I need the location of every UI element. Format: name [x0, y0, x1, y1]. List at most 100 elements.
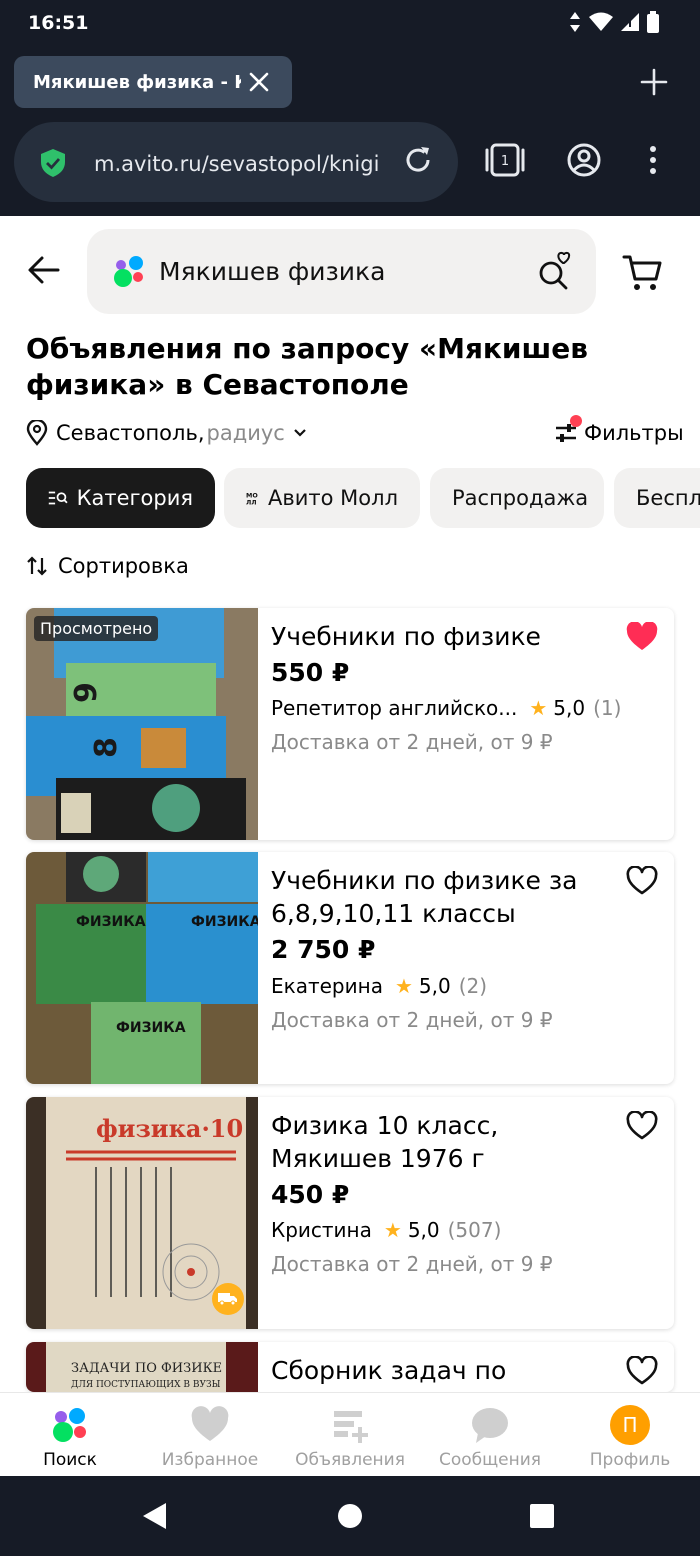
- browser-tab-strip: Мякишев физика - Купить: [0, 46, 700, 116]
- listing-price: 450 ₽: [271, 1180, 350, 1209]
- listing-photo-image: 9 8: [26, 608, 258, 840]
- location-pin-icon: [26, 420, 48, 446]
- secure-shield-icon: [41, 149, 65, 177]
- svg-text:ЛЛ: ЛЛ: [246, 498, 257, 506]
- recents-square-icon[interactable]: [529, 1503, 555, 1529]
- chip-category[interactable]: Категория: [26, 468, 215, 528]
- profile-avatar: П: [610, 1405, 650, 1445]
- svg-text:ФИЗИКА: ФИЗИКА: [116, 1020, 186, 1036]
- new-tab-icon[interactable]: [640, 68, 668, 96]
- url-text: m.avito.ru/sevastopol/knigi: [94, 152, 380, 176]
- wifi-icon: [589, 12, 613, 31]
- listing-delivery: Доставка от 2 дней, от 9 ₽: [271, 730, 553, 754]
- close-tab-icon[interactable]: [246, 69, 272, 95]
- home-circle-icon[interactable]: [337, 1503, 363, 1529]
- seller-reviews: (2): [458, 974, 488, 998]
- star-icon: ★: [383, 1218, 402, 1242]
- chip-free[interactable]: Беспл: [614, 468, 700, 528]
- address-bar[interactable]: m.avito.ru/sevastopol/knigi: [14, 122, 458, 202]
- nav-messages-label: Сообщения: [438, 1450, 542, 1470]
- listing-seller: Репетитор английско... ★ 5,0 (1): [271, 696, 621, 720]
- sort-button[interactable]: Сортировка: [26, 554, 189, 578]
- favorite-outline-icon[interactable]: [626, 1111, 658, 1141]
- nav-ads-label: Объявления: [295, 1450, 405, 1470]
- nav-search-label: Поиск: [43, 1450, 97, 1470]
- nav-profile-label: Профиль: [589, 1450, 671, 1470]
- listing-seller: Екатерина ★ 5,0 (2): [271, 974, 487, 998]
- save-search-icon[interactable]: [536, 251, 572, 291]
- signal-icon: [621, 13, 639, 31]
- nav-ads[interactable]: Объявления: [280, 1393, 420, 1477]
- listing-photo-image: ЗАДАЧИ ПО ФИЗИКЕ ДЛЯ ПОСТУПАЮЩИХ В ВУЗЫ: [26, 1342, 258, 1392]
- bottom-navigation: Поиск Избранное Объявления Сообщения П П…: [0, 1392, 700, 1476]
- seller-rating: 5,0: [407, 1218, 440, 1242]
- nav-search[interactable]: Поиск: [0, 1393, 140, 1477]
- seller-name: Кристина: [271, 1218, 372, 1242]
- listing-title[interactable]: Физика 10 класс, Мякишев 1976 г: [271, 1109, 611, 1175]
- nav-favorites[interactable]: Избранное: [140, 1393, 280, 1477]
- nav-profile[interactable]: П Профиль: [560, 1393, 700, 1477]
- cart-icon[interactable]: [622, 253, 664, 293]
- svg-text:1: 1: [501, 154, 509, 169]
- sort-label: Сортировка: [58, 554, 189, 578]
- browser-toolbar: m.avito.ru/sevastopol/knigi 1: [0, 116, 700, 216]
- listing-photo[interactable]: ФИЗИКА ФИЗИКА ФИЗИКА: [26, 852, 258, 1084]
- back-triangle-icon[interactable]: [141, 1501, 169, 1531]
- listing-delivery: Доставка от 2 дней, от 9 ₽: [271, 1252, 553, 1276]
- listing-delivery: Доставка от 2 дней, от 9 ₽: [271, 1008, 553, 1032]
- listing-title[interactable]: Учебники по физике: [271, 620, 611, 653]
- listing-price: 550 ₽: [271, 658, 350, 687]
- listing-photo[interactable]: физика·10: [26, 1097, 258, 1329]
- listing-photo[interactable]: ЗАДАЧИ ПО ФИЗИКЕ ДЛЯ ПОСТУПАЮЩИХ В ВУЗЫ: [26, 1342, 258, 1392]
- search-query: Мякишев физика: [159, 257, 386, 286]
- listing-photo-image: ФИЗИКА ФИЗИКА ФИЗИКА: [26, 852, 258, 1084]
- browser-menu-button[interactable]: [640, 142, 666, 183]
- avito-search-icon: [53, 1408, 86, 1442]
- data-arrows-icon: [570, 12, 580, 32]
- nav-favorites-label: Избранное: [161, 1450, 259, 1470]
- filters-button[interactable]: Фильтры: [554, 415, 684, 448]
- chip-free-label: Беспл: [636, 486, 700, 510]
- category-list-icon: [48, 491, 68, 505]
- svg-text:ФИЗИКА: ФИЗИКА: [191, 914, 258, 930]
- listing-title[interactable]: Сборник задач по физике,: [271, 1354, 611, 1392]
- tab-switcher-button[interactable]: 1: [484, 142, 526, 183]
- viewed-badge: Просмотрено: [34, 616, 159, 641]
- listing-card[interactable]: ФИЗИКА ФИЗИКА ФИЗИКА Учебники по физике …: [26, 852, 674, 1084]
- seller-reviews: (507): [447, 1218, 502, 1242]
- listing-card[interactable]: 9 8 Просмотрено Учебники по физике 550 ₽…: [26, 608, 674, 840]
- seller-name: Репетитор английско...: [271, 696, 518, 720]
- svg-text:9: 9: [69, 682, 104, 703]
- svg-text:ДЛЯ ПОСТУПАЮЩИХ В ВУЗЫ: ДЛЯ ПОСТУПАЮЩИХ В ВУЗЫ: [71, 1380, 221, 1390]
- location-radius: радиус: [206, 421, 285, 445]
- seller-rating: 5,0: [553, 696, 586, 720]
- account-button[interactable]: [566, 142, 602, 183]
- favorite-outline-icon[interactable]: [626, 866, 658, 896]
- nav-messages[interactable]: Сообщения: [420, 1393, 560, 1477]
- back-arrow-icon[interactable]: [26, 252, 62, 288]
- listing-photo[interactable]: 9 8 Просмотрено: [26, 608, 258, 840]
- status-icons: [568, 11, 660, 33]
- favorite-filled-icon[interactable]: [626, 622, 658, 652]
- status-time: 16:51: [28, 12, 89, 34]
- browser-tab[interactable]: Мякишев физика - Купить: [14, 56, 292, 108]
- chip-sale-label: Распродажа: [452, 486, 589, 510]
- favorite-outline-icon[interactable]: [626, 1356, 658, 1386]
- listing-seller: Кристина ★ 5,0 (507): [271, 1218, 501, 1242]
- chip-sale[interactable]: Распродажа: [430, 468, 604, 528]
- chip-category-label: Категория: [76, 486, 193, 510]
- search-field[interactable]: Мякишев физика: [87, 229, 596, 314]
- location-selector[interactable]: Севастополь, радиус: [26, 418, 309, 448]
- svg-text:физика·10: физика·10: [96, 1114, 243, 1143]
- sort-arrows-icon: [27, 556, 47, 576]
- delivery-truck-badge: [212, 1283, 244, 1315]
- chip-avito-mall[interactable]: МО ЛЛ Авито Молл: [224, 468, 420, 528]
- listing-card[interactable]: ЗАДАЧИ ПО ФИЗИКЕ ДЛЯ ПОСТУПАЮЩИХ В ВУЗЫ …: [26, 1342, 674, 1392]
- star-icon: ★: [394, 974, 413, 998]
- listing-card[interactable]: физика·10 Физика 10 класс, Мякишев 1976 …: [26, 1097, 674, 1329]
- reload-icon[interactable]: [402, 144, 434, 176]
- listing-title[interactable]: Учебники по физике за 6,8,9,10,11 классы: [271, 864, 611, 930]
- star-icon: ★: [529, 696, 548, 720]
- truck-icon: [218, 1293, 237, 1306]
- svg-text:ЗАДАЧИ ПО ФИЗИКЕ: ЗАДАЧИ ПО ФИЗИКЕ: [71, 1361, 222, 1376]
